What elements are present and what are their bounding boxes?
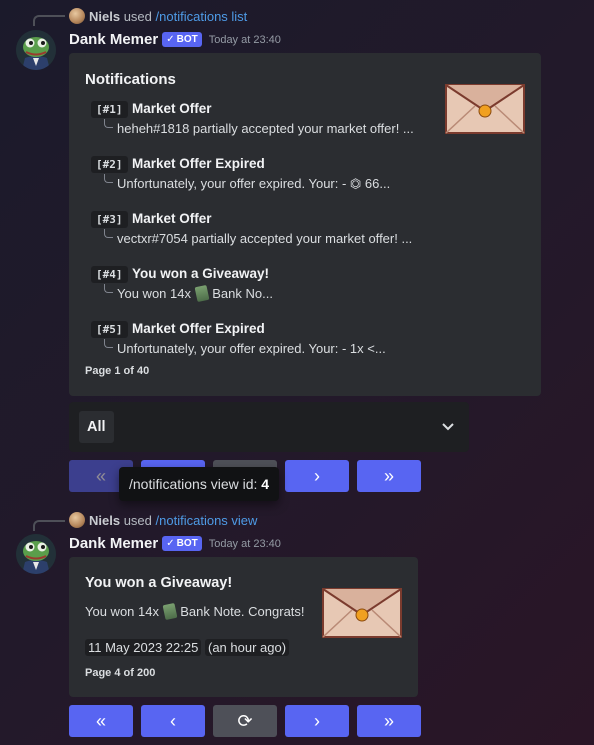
tree-branch [104,229,113,238]
notification-number: [#3] [91,211,128,228]
message-author: Dank Memer ✓ BOT Today at 23:40 [69,31,281,48]
desc-suffix: Bank Note. Congrats! [180,604,305,619]
envelope-icon [445,84,525,134]
relative-time: an hour ago [212,640,282,655]
notification-number: [#5] [91,321,128,338]
verified-check-icon: ✓ [166,538,175,549]
previous-page-button[interactable]: ‹ [141,705,205,737]
tree-branch [104,339,113,348]
reply-used-label: used [123,9,152,24]
timestamp[interactable]: Today at 23:40 [209,538,281,550]
reply-username[interactable]: Niels [89,513,120,528]
avatar[interactable] [16,534,56,574]
notification-number: [#4] [91,266,128,283]
reply-username[interactable]: Niels [89,9,120,24]
last-page-button[interactable]: » [357,705,421,737]
reply-command[interactable]: /notifications list [156,9,248,24]
reply-connector [33,15,65,26]
notification-title: Market Offer Expired [132,321,265,336]
embed-description: You won 14x Bank Note. Congrats! [85,602,305,621]
tooltip-text: /notifications view id: [129,476,258,492]
notification-description: Unfortunately, your offer expired. Your:… [117,176,391,191]
envelope-icon [322,588,402,638]
bot-badge: ✓ BOT [162,32,202,47]
author-name[interactable]: Dank Memer [69,31,158,48]
notifications-embed: Notifications [#1] Market Offer heheh#18… [69,53,541,396]
reply-used-label: used [123,513,152,528]
notification-title: Market Offer [132,101,212,116]
command-tooltip: /notifications view id: 4 [119,467,280,501]
tree-branch [104,284,113,293]
filter-select[interactable]: All [69,402,469,452]
banknote-icon [194,284,210,303]
embed-title: You won a Giveaway! [85,575,233,591]
embed-title: Notifications [85,71,176,88]
reply-context: Niels used /notifications list [89,9,247,24]
verified-check-icon: ✓ [166,34,175,45]
embed-footer: Page 4 of 200 [85,667,156,679]
reply-connector [33,520,65,531]
reply-command[interactable]: /notifications view [156,513,258,528]
select-value: All [79,411,114,443]
bot-badge: ✓ BOT [162,536,202,551]
tree-branch [104,174,113,183]
message-author: Dank Memer ✓ BOT Today at 23:40 [69,535,281,552]
banknote-icon [162,602,178,621]
relative-timestamp: (an hour ago) [204,639,290,656]
reply-context: Niels used /notifications view [89,513,257,528]
notification-title: Market Offer Expired [132,156,265,171]
embed-date-line: 11 May 2023 22:25 (an hour ago) [85,639,290,656]
chevron-down-icon [442,423,454,431]
next-page-button[interactable]: › [285,460,349,492]
desc-prefix: You won 14x [85,604,159,619]
notification-number: [#1] [91,101,128,118]
bot-label: BOT [176,34,198,45]
pepe-avatar-icon [16,30,56,70]
desc-prefix: You won 14x [117,286,191,301]
notification-title: Market Offer [132,211,212,226]
notification-description: heheh#1818 partially accepted your marke… [117,121,414,136]
next-page-button[interactable]: › [285,705,349,737]
notification-description: vectxr#7054 partially accepted your mark… [117,231,413,246]
refresh-button[interactable]: ⟳ [213,705,277,737]
last-page-button[interactable]: » [357,460,421,492]
notification-title: You won a Giveaway! [132,266,270,281]
timestamp[interactable]: Today at 23:40 [209,34,281,46]
embed-footer: Page 1 of 40 [85,365,150,377]
date-timestamp: 11 May 2023 22:25 [85,639,202,656]
first-page-button[interactable]: « [69,705,133,737]
notification-number: [#2] [91,156,128,173]
desc-suffix: Bank No... [212,286,273,301]
author-name[interactable]: Dank Memer [69,535,158,552]
notification-view-embed: You won a Giveaway! You won 14x Bank Not… [69,557,418,697]
avatar[interactable] [16,30,56,70]
pepe-avatar-icon [16,534,56,574]
tooltip-id: 4 [261,476,270,492]
tree-branch [104,119,113,128]
notification-description: You won 14x Bank No... [117,284,273,303]
reply-avatar[interactable] [69,512,85,528]
notification-description: Unfortunately, your offer expired. Your:… [117,341,386,356]
bot-label: BOT [176,538,198,549]
reply-avatar[interactable] [69,8,85,24]
